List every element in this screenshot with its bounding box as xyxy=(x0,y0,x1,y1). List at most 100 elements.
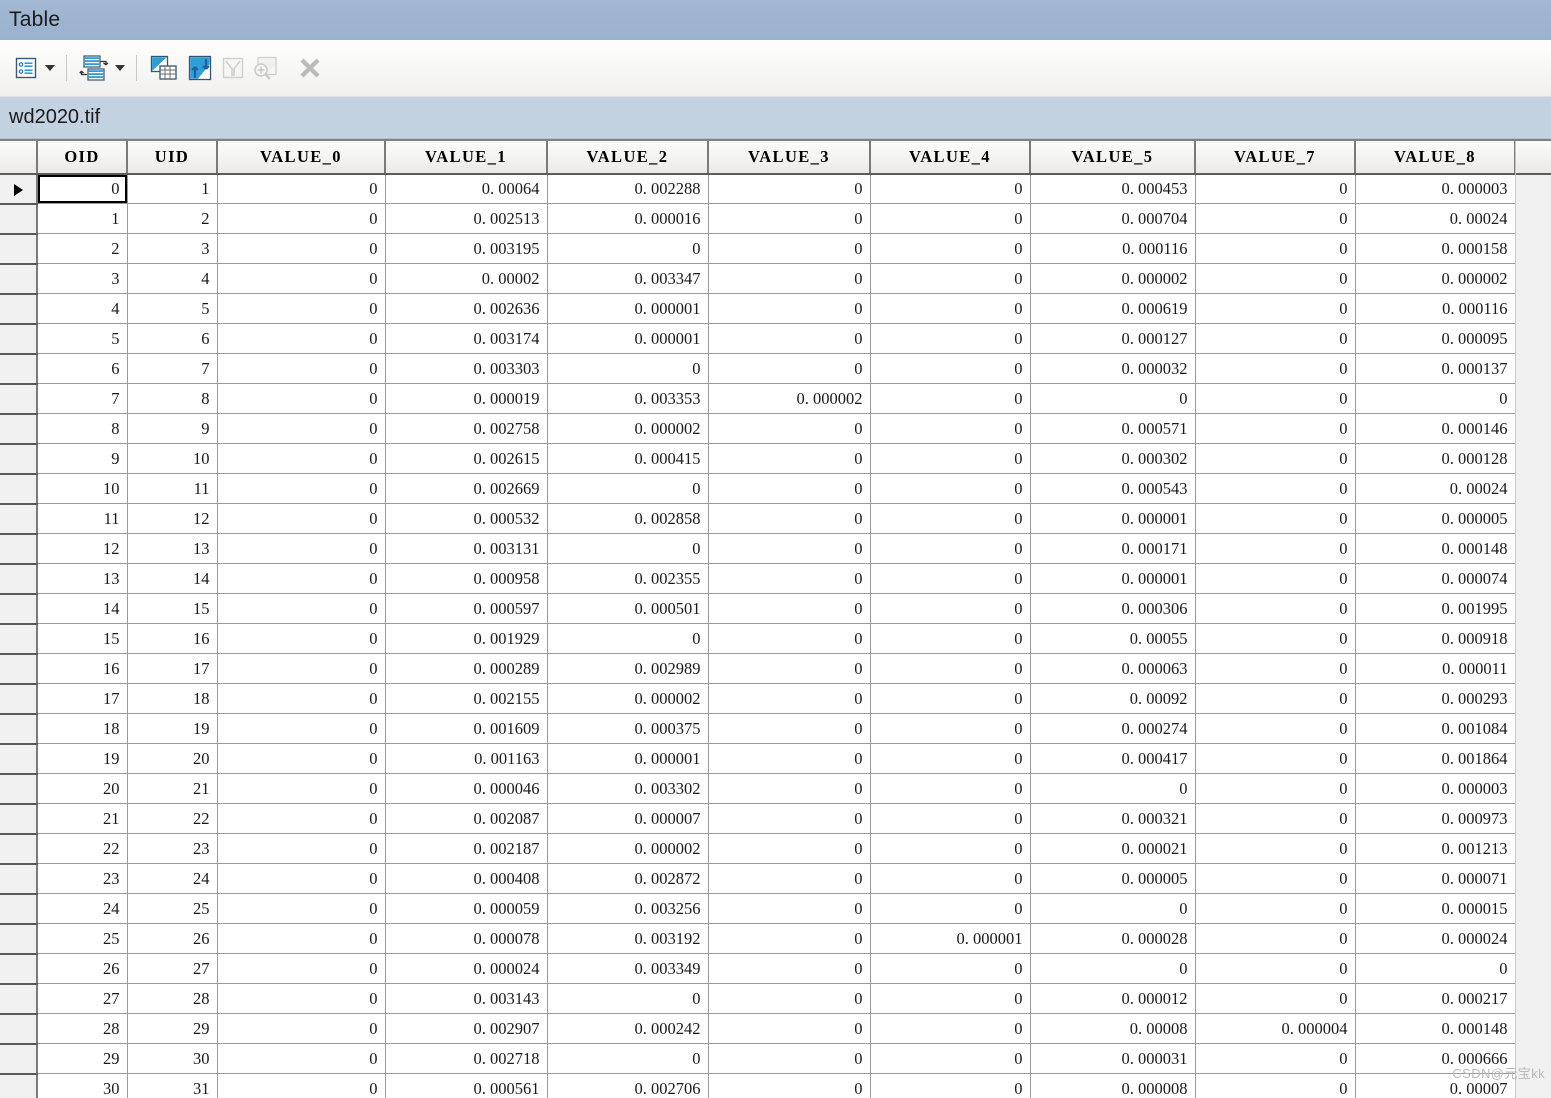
cell-value_2[interactable]: 0. 003347 xyxy=(547,263,709,294)
cell-value_8[interactable]: 0. 000973 xyxy=(1355,803,1516,834)
row-select-header[interactable] xyxy=(0,141,38,175)
cell-value_1[interactable]: 0. 003143 xyxy=(385,983,548,1014)
cell-value_5[interactable]: 0 xyxy=(1030,383,1196,414)
row-select-cell[interactable] xyxy=(0,353,38,385)
cell-value_8[interactable]: 0. 000128 xyxy=(1355,443,1516,474)
cell-value_3[interactable]: 0 xyxy=(708,473,871,504)
cell-value_4[interactable]: 0 xyxy=(870,413,1031,444)
cell-value_5[interactable]: 0. 000306 xyxy=(1030,593,1196,624)
cell-value_1[interactable]: 0. 000408 xyxy=(385,863,548,894)
cell-value_5[interactable]: 0. 000302 xyxy=(1030,443,1196,474)
cell-uid[interactable]: 31 xyxy=(127,1073,218,1098)
cell-value_2[interactable]: 0. 000001 xyxy=(547,323,709,354)
cell-value_3[interactable]: 0 xyxy=(708,203,871,234)
table-row[interactable]: 24 25 0 0. 000059 0. 003256 0 0 0 0 0. 000015 xyxy=(0,893,1516,925)
cell-value_1[interactable]: 0. 00002 xyxy=(385,263,548,294)
table-row[interactable]: 17 18 0 0. 002155 0. 000002 0 0 0. 00092 0 0. 000… xyxy=(0,683,1516,715)
cell-value_1[interactable]: 0. 000078 xyxy=(385,923,548,954)
cell-value_2[interactable]: 0 xyxy=(547,473,709,504)
cell-uid[interactable]: 20 xyxy=(127,743,218,774)
cell-uid[interactable]: 30 xyxy=(127,1043,218,1074)
cell-value_4[interactable]: 0 xyxy=(870,743,1031,774)
cell-value_4[interactable]: 0 xyxy=(870,653,1031,684)
cell-value_2[interactable]: 0 xyxy=(547,533,709,564)
cell-value_8[interactable]: 0. 000116 xyxy=(1355,293,1516,324)
cell-value_3[interactable]: 0 xyxy=(708,563,871,594)
table-row[interactable]: 2 3 0 0. 003195 0 0 0 0. 000116 0 0. 000158 xyxy=(0,233,1516,265)
cell-uid[interactable]: 5 xyxy=(127,293,218,324)
cell-uid[interactable]: 14 xyxy=(127,563,218,594)
cell-value_2[interactable]: 0. 000007 xyxy=(547,803,709,834)
cell-value_2[interactable]: 0. 000242 xyxy=(547,1013,709,1044)
cell-value_8[interactable]: 0. 000071 xyxy=(1355,863,1516,894)
cell-value_3[interactable]: 0. 000002 xyxy=(708,383,871,414)
cell-value_1[interactable]: 0. 002718 xyxy=(385,1043,548,1074)
row-select-cell[interactable] xyxy=(0,743,38,775)
cell-value_0[interactable]: 0 xyxy=(217,1043,386,1074)
row-select-cell[interactable] xyxy=(0,263,38,295)
cell-value_5[interactable]: 0. 00055 xyxy=(1030,623,1196,654)
table-row[interactable]: 26 27 0 0. 000024 0. 003349 0 0 0 0 0 xyxy=(0,953,1516,985)
cell-value_7[interactable]: 0 xyxy=(1195,293,1356,324)
cell-value_2[interactable]: 0. 002989 xyxy=(547,653,709,684)
cell-value_0[interactable]: 0 xyxy=(217,713,386,744)
row-select-cell[interactable] xyxy=(0,563,38,595)
cell-value_4[interactable]: 0 xyxy=(870,623,1031,654)
cell-value_8[interactable]: 0. 001995 xyxy=(1355,593,1516,624)
cell-value_7[interactable]: 0 xyxy=(1195,563,1356,594)
cell-value_4[interactable]: 0 xyxy=(870,323,1031,354)
cell-value_2[interactable]: 0. 000501 xyxy=(547,593,709,624)
row-select-cell[interactable] xyxy=(0,983,38,1015)
cell-oid[interactable]: 27 xyxy=(37,983,128,1014)
cell-oid[interactable]: 28 xyxy=(37,1013,128,1044)
cell-value_8[interactable]: 0. 001864 xyxy=(1355,743,1516,774)
cell-value_0[interactable]: 0 xyxy=(217,863,386,894)
cell-value_4[interactable]: 0 xyxy=(870,593,1031,624)
cell-value_4[interactable]: 0 xyxy=(870,773,1031,804)
cell-uid[interactable]: 4 xyxy=(127,263,218,294)
cell-value_1[interactable]: 0. 002669 xyxy=(385,473,548,504)
cell-value_3[interactable]: 0 xyxy=(708,833,871,864)
cell-value_5[interactable]: 0. 00008 xyxy=(1030,1013,1196,1044)
cell-uid[interactable]: 19 xyxy=(127,713,218,744)
cell-value_1[interactable]: 0. 000024 xyxy=(385,953,548,984)
cell-value_8[interactable]: 0. 000015 xyxy=(1355,893,1516,924)
cell-value_4[interactable]: 0 xyxy=(870,293,1031,324)
cell-uid[interactable]: 1 xyxy=(127,173,218,204)
cell-value_8[interactable]: 0. 000146 xyxy=(1355,413,1516,444)
select-by-attributes-button[interactable] xyxy=(146,49,182,87)
cell-value_2[interactable]: 0. 003302 xyxy=(547,773,709,804)
table-row[interactable]: 8 9 0 0. 002758 0. 000002 0 0 0. 000571 0 0. 0001… xyxy=(0,413,1516,445)
cell-oid[interactable]: 5 xyxy=(37,323,128,354)
cell-value_3[interactable]: 0 xyxy=(708,683,871,714)
cell-oid[interactable]: 15 xyxy=(37,623,128,654)
table-row[interactable]: 13 14 0 0. 000958 0. 002355 0 0 0. 000001 0 0. 00… xyxy=(0,563,1516,595)
cell-uid[interactable]: 25 xyxy=(127,893,218,924)
tab-wd2020-tif[interactable]: wd2020.tif xyxy=(9,106,100,129)
cell-value_5[interactable]: 0 xyxy=(1030,953,1196,984)
table-row[interactable]: 3 4 0 0. 00002 0. 003347 0 0 0. 000002 0 0. 00000… xyxy=(0,263,1516,295)
table-options-dropdown-arrow[interactable] xyxy=(42,49,57,87)
cell-oid[interactable]: 25 xyxy=(37,923,128,954)
cell-value_3[interactable]: 0 xyxy=(708,593,871,624)
cell-value_2[interactable]: 0. 003256 xyxy=(547,893,709,924)
table-row[interactable]: 23 24 0 0. 000408 0. 002872 0 0 0. 000005 0 0. 00… xyxy=(0,863,1516,895)
table-row[interactable]: 5 6 0 0. 003174 0. 000001 0 0 0. 000127 0 0. 0000… xyxy=(0,323,1516,355)
related-tables-dropdown-arrow[interactable] xyxy=(112,49,127,87)
cell-value_1[interactable]: 0. 002615 xyxy=(385,443,548,474)
cell-value_2[interactable]: 0. 000002 xyxy=(547,683,709,714)
cell-oid[interactable]: 29 xyxy=(37,1043,128,1074)
row-select-cell[interactable] xyxy=(0,233,38,265)
cell-value_3[interactable]: 0 xyxy=(708,173,871,204)
cell-value_7[interactable]: 0 xyxy=(1195,323,1356,354)
switch-selection-button[interactable] xyxy=(182,49,218,87)
clear-selection-button[interactable] xyxy=(218,49,248,87)
cell-value_3[interactable]: 0 xyxy=(708,443,871,474)
cell-value_4[interactable]: 0 xyxy=(870,953,1031,984)
cell-uid[interactable]: 26 xyxy=(127,923,218,954)
cell-value_7[interactable]: 0 xyxy=(1195,263,1356,294)
cell-value_7[interactable]: 0 xyxy=(1195,503,1356,534)
cell-uid[interactable]: 12 xyxy=(127,503,218,534)
table-row[interactable]: 19 20 0 0. 001163 0. 000001 0 0 0. 000417 0 0. 00… xyxy=(0,743,1516,775)
cell-value_4[interactable]: 0 xyxy=(870,893,1031,924)
